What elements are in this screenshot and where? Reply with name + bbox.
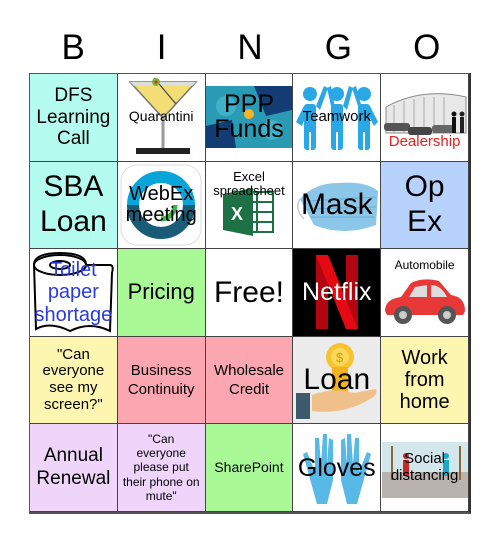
cell-label: Quarantini bbox=[128, 108, 194, 125]
bingo-cell-quarantini[interactable]: Quarantini bbox=[117, 74, 206, 162]
bingo-header: B I N G O bbox=[29, 24, 471, 72]
header-letter-o: O bbox=[413, 28, 441, 67]
cell-label: Work from home bbox=[399, 346, 450, 414]
cell-label: Loan bbox=[303, 363, 371, 397]
bingo-cell-toilet-paper-shortage[interactable]: Toilet paper shortage bbox=[30, 249, 118, 337]
bingo-cell-sba-loan[interactable]: SBA Loan bbox=[30, 161, 118, 250]
cell-label: WebEx meeting bbox=[125, 182, 197, 226]
bingo-cell-op-ex[interactable]: Op Ex bbox=[381, 161, 469, 250]
cell-label: Excel spreadsheet bbox=[213, 168, 285, 199]
bingo-cell-free[interactable]: Free! bbox=[205, 249, 294, 337]
bingo-cell-phone-on-mute[interactable]: "Can everyone please put their phone on … bbox=[117, 424, 206, 512]
bingo-cell-annual-renewal[interactable]: Annual Renewal bbox=[30, 424, 118, 512]
cell-label: PPP Funds bbox=[214, 90, 284, 144]
cell-label: Social distancing bbox=[390, 449, 459, 484]
bingo-cell-automobile[interactable]: Automobile bbox=[381, 249, 469, 337]
bingo-cell-excel-spreadsheet[interactable]: X Excel spreadsheet bbox=[205, 161, 294, 250]
svg-text:X: X bbox=[231, 204, 243, 224]
cell-label: Mask bbox=[300, 188, 373, 222]
bingo-cell-netflix[interactable]: Netflix bbox=[293, 249, 382, 337]
cell-label: "Can everyone please put their phone on … bbox=[122, 431, 200, 504]
cell-label: Pricing bbox=[127, 279, 195, 305]
cell-label: Wholesale Credit bbox=[213, 361, 285, 399]
cell-label: Toilet paper shortage bbox=[34, 258, 113, 326]
cell-label: Op Ex bbox=[404, 170, 445, 238]
cell-label: Gloves bbox=[297, 453, 376, 482]
cell-label: Automobile bbox=[394, 258, 455, 273]
bingo-cell-dealership[interactable]: Dealership bbox=[381, 74, 469, 162]
bingo-cell-pricing[interactable]: Pricing bbox=[117, 249, 206, 337]
cell-label: Teamwork bbox=[302, 107, 371, 125]
cell-label: Annual Renewal bbox=[36, 444, 111, 489]
bingo-cell-mask[interactable]: Mask bbox=[293, 161, 382, 250]
cell-label: Free! bbox=[213, 275, 284, 309]
header-letter-n: N bbox=[237, 28, 263, 67]
bingo-cell-business-continuity[interactable]: Business Continuity bbox=[117, 336, 206, 425]
cell-label: "Can everyone see my screen?" bbox=[42, 345, 105, 413]
header-letter-i: I bbox=[156, 28, 167, 67]
bingo-cell-social-distancing[interactable]: Social distancing bbox=[381, 424, 469, 512]
bingo-cell-loan[interactable]: $ Loan bbox=[293, 336, 382, 425]
bingo-cell-ppp-funds[interactable]: PPP Funds bbox=[205, 74, 294, 162]
header-letter-b: B bbox=[61, 28, 85, 67]
cell-label: Business Continuity bbox=[127, 361, 195, 399]
cell-label: SBA Loan bbox=[40, 170, 107, 238]
bingo-board: DFS Learning Call Quarantini PPP Funds T… bbox=[29, 73, 471, 514]
bingo-cell-teamwork[interactable]: Teamwork bbox=[293, 74, 382, 162]
bingo-cell-can-everyone-see-my-screen[interactable]: "Can everyone see my screen?" bbox=[30, 336, 118, 425]
bingo-cell-sharepoint[interactable]: SharePoint bbox=[205, 424, 294, 512]
bingo-cell-webex-meeting[interactable]: WebEx meeting bbox=[117, 161, 206, 250]
cell-label: SharePoint bbox=[214, 458, 284, 475]
cell-label: Dealership bbox=[388, 132, 461, 150]
header-letter-g: G bbox=[324, 28, 352, 67]
cell-label: Netflix bbox=[302, 278, 372, 307]
bingo-cell-gloves[interactable]: Gloves bbox=[293, 424, 382, 512]
cell-label: DFS Learning Call bbox=[36, 85, 111, 149]
bingo-cell-dfs-learning-call[interactable]: DFS Learning Call bbox=[30, 74, 118, 162]
bingo-cell-work-from-home[interactable]: Work from home bbox=[381, 336, 469, 425]
bingo-cell-wholesale-credit[interactable]: Wholesale Credit bbox=[205, 336, 294, 425]
